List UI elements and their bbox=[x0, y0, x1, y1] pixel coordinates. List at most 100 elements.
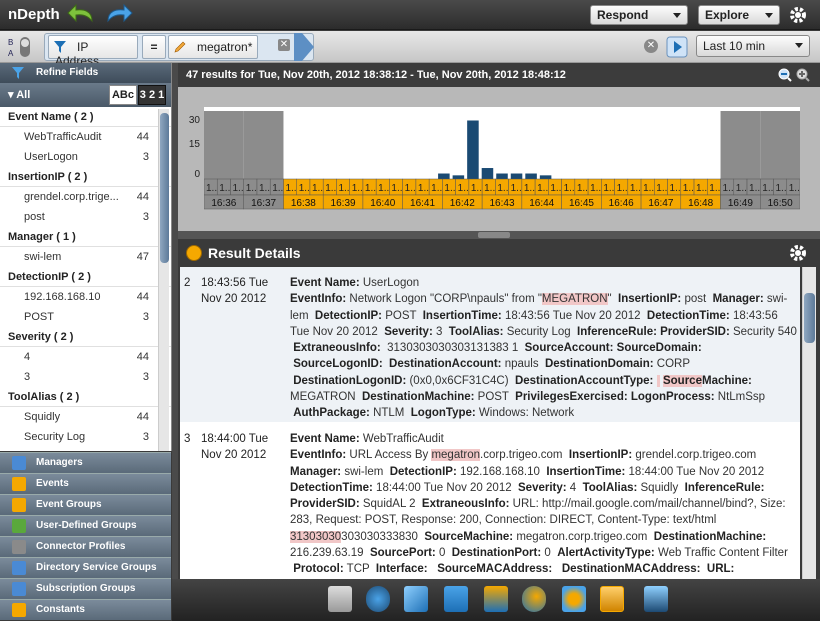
forward-arrow-icon[interactable] bbox=[104, 3, 134, 25]
field-value-label: post bbox=[24, 211, 45, 223]
histogram-bar[interactable] bbox=[452, 175, 465, 179]
collapse-triangle-icon[interactable]: ▾ bbox=[8, 89, 14, 101]
results-summary: 47 results for Tue, Nov 20th, 2012 18:38… bbox=[186, 69, 566, 81]
pie-widget-icon[interactable] bbox=[522, 586, 546, 612]
respond-dropdown[interactable]: Respond bbox=[590, 5, 688, 25]
explore-dropdown[interactable]: Explore bbox=[698, 5, 780, 25]
divider-grip[interactable] bbox=[478, 232, 510, 238]
nav-item[interactable]: Subscription Groups bbox=[0, 578, 171, 599]
nav-item-label: Managers bbox=[36, 457, 83, 468]
minute-label: 16:39 bbox=[331, 198, 356, 209]
nav-item-label: Constants bbox=[36, 604, 85, 615]
field-value-label: 3 bbox=[24, 371, 31, 383]
remove-filter-icon[interactable]: ✕ bbox=[278, 39, 290, 51]
histogram-bar[interactable] bbox=[481, 168, 494, 179]
record-fields: Event Name: WebTrafficAudit EventInfo: UR… bbox=[290, 433, 788, 576]
field-value-item[interactable]: POST 3 bbox=[0, 307, 171, 327]
nav-item[interactable]: Events bbox=[0, 473, 171, 494]
y-tick-label: 0 bbox=[194, 169, 200, 180]
histogram-svg[interactable]: 1... 1... 1...16:361... 1... 1...16:371... 1.… bbox=[204, 107, 800, 211]
field-value-item[interactable]: 192.168.168.10 44 bbox=[0, 287, 171, 307]
time-range-dropdown[interactable]: Last 10 min bbox=[696, 35, 810, 57]
bar-chart-widget-icon[interactable] bbox=[444, 586, 468, 612]
filter-toggle-icon[interactable]: B A bbox=[6, 35, 34, 59]
funnel-icon bbox=[12, 67, 24, 79]
filter-operator-chip[interactable]: = bbox=[142, 35, 166, 59]
histogram-bar[interactable] bbox=[539, 175, 552, 179]
target-widget-icon[interactable] bbox=[366, 586, 390, 612]
field-value-count: 44 bbox=[136, 191, 149, 203]
minute-label: 16:48 bbox=[688, 198, 713, 209]
results-scroll-thumb[interactable] bbox=[804, 293, 815, 343]
field-value-item[interactable]: UserLogon 3 bbox=[0, 147, 171, 167]
nav-item-label: Events bbox=[36, 478, 69, 489]
histogram-bar[interactable] bbox=[496, 173, 508, 179]
dashboard-widget-icon[interactable] bbox=[328, 586, 352, 612]
results-scrollbar[interactable] bbox=[802, 267, 816, 579]
field-value-count: 3 bbox=[142, 371, 149, 383]
histogram-bar[interactable] bbox=[467, 120, 479, 179]
svg-text:A: A bbox=[8, 49, 14, 58]
back-arrow-icon[interactable] bbox=[66, 3, 96, 25]
histogram-bar[interactable] bbox=[525, 173, 537, 179]
time-range-label: Last 10 min bbox=[703, 39, 766, 53]
field-value-count: 47 bbox=[136, 251, 149, 263]
histogram-bar[interactable] bbox=[510, 173, 523, 179]
field-group-header[interactable]: DetectionIP ( 2 ) bbox=[0, 267, 171, 287]
panel-divider[interactable] bbox=[178, 231, 820, 239]
field-value-item[interactable]: grendel.corp.trige... 44 bbox=[0, 187, 171, 207]
field-value-item[interactable]: swi-lem 47 bbox=[0, 247, 171, 267]
field-group-header[interactable]: Severity ( 2 ) bbox=[0, 327, 171, 347]
minute-label: 16:38 bbox=[291, 198, 316, 209]
unselected-range bbox=[243, 111, 284, 179]
field-group-header[interactable]: InsertionIP ( 2 ) bbox=[0, 167, 171, 187]
field-value-item[interactable]: Security Log 3 bbox=[0, 427, 171, 447]
clear-filters-icon[interactable]: ✕ bbox=[644, 39, 658, 53]
field-group-header[interactable]: Manager ( 1 ) bbox=[0, 227, 171, 247]
filter-value-chip[interactable]: megatron* bbox=[168, 35, 258, 59]
nav-item[interactable]: User-Defined Groups bbox=[0, 515, 171, 536]
result-details-widget-icon[interactable] bbox=[600, 586, 624, 612]
field-value-label: swi-lem bbox=[24, 251, 62, 263]
nav-item[interactable]: Constants bbox=[0, 599, 171, 620]
nav-item[interactable]: Event Groups bbox=[0, 494, 171, 515]
nav-item[interactable]: Directory Service Groups bbox=[0, 557, 171, 578]
field-value-item[interactable]: Squidly 44 bbox=[0, 407, 171, 427]
nav-item[interactable]: Connector Profiles bbox=[0, 536, 171, 557]
play-icon[interactable] bbox=[666, 36, 688, 58]
sidebar-scrollbar[interactable] bbox=[158, 109, 169, 451]
field-value-item[interactable]: post 3 bbox=[0, 207, 171, 227]
sort-count-button[interactable]: 3 2 1 bbox=[138, 85, 166, 105]
zoom-in-icon[interactable] bbox=[796, 68, 810, 82]
refine-fields-panel: Refine Fields ▾ All ABc 3 2 1 Event Name… bbox=[0, 63, 172, 451]
gear-icon[interactable] bbox=[788, 5, 808, 25]
grid-widget-icon[interactable] bbox=[644, 586, 668, 612]
field-value-count: 44 bbox=[136, 131, 149, 143]
results-summary-bar: 47 results for Tue, Nov 20th, 2012 18:38… bbox=[178, 63, 820, 87]
nav-item[interactable]: Managers bbox=[0, 452, 171, 473]
details-gear-icon[interactable] bbox=[788, 243, 808, 263]
sort-alpha-button[interactable]: ABc bbox=[109, 85, 137, 105]
field-value-item[interactable]: 4 44 bbox=[0, 347, 171, 367]
result-record[interactable]: 3 18:44:00 Tue Nov 20 2012 Event Name: W… bbox=[180, 423, 800, 579]
zoom-out-icon[interactable] bbox=[778, 68, 792, 82]
all-fields-row[interactable]: ▾ All ABc 3 2 1 bbox=[0, 83, 171, 107]
explore-label: Explore bbox=[705, 8, 750, 22]
cube-widget-icon[interactable] bbox=[404, 586, 428, 612]
refine-fields-header: Refine Fields bbox=[0, 63, 171, 83]
histogram-chart[interactable]: 30 15 0 1... 1... 1... 16:36 1... 1... 1... 16:37… bbox=[178, 87, 820, 231]
minute-label: 16:49 bbox=[728, 198, 753, 209]
field-group-header[interactable]: Event Name ( 2 ) bbox=[0, 107, 171, 127]
wave-widget-icon[interactable] bbox=[484, 586, 508, 612]
bubble-widget-icon[interactable] bbox=[562, 586, 586, 612]
nav-item-label: Subscription Groups bbox=[36, 583, 136, 594]
field-value-item[interactable]: 33 bbox=[0, 367, 171, 387]
nav-item-label: Directory Service Groups bbox=[36, 562, 157, 573]
filter-field-chip[interactable]: IP Address bbox=[48, 35, 138, 68]
field-group-header[interactable]: ToolAlias ( 2 ) bbox=[0, 387, 171, 407]
result-record[interactable]: 2 18:43:56 Tue Nov 20 2012 Event Name: U… bbox=[180, 267, 800, 422]
field-value-item[interactable]: WebTrafficAudit 44 bbox=[0, 127, 171, 147]
field-value-count: 3 bbox=[142, 431, 149, 443]
histogram-bar[interactable] bbox=[438, 173, 450, 179]
sidebar-scroll-thumb[interactable] bbox=[160, 113, 169, 263]
